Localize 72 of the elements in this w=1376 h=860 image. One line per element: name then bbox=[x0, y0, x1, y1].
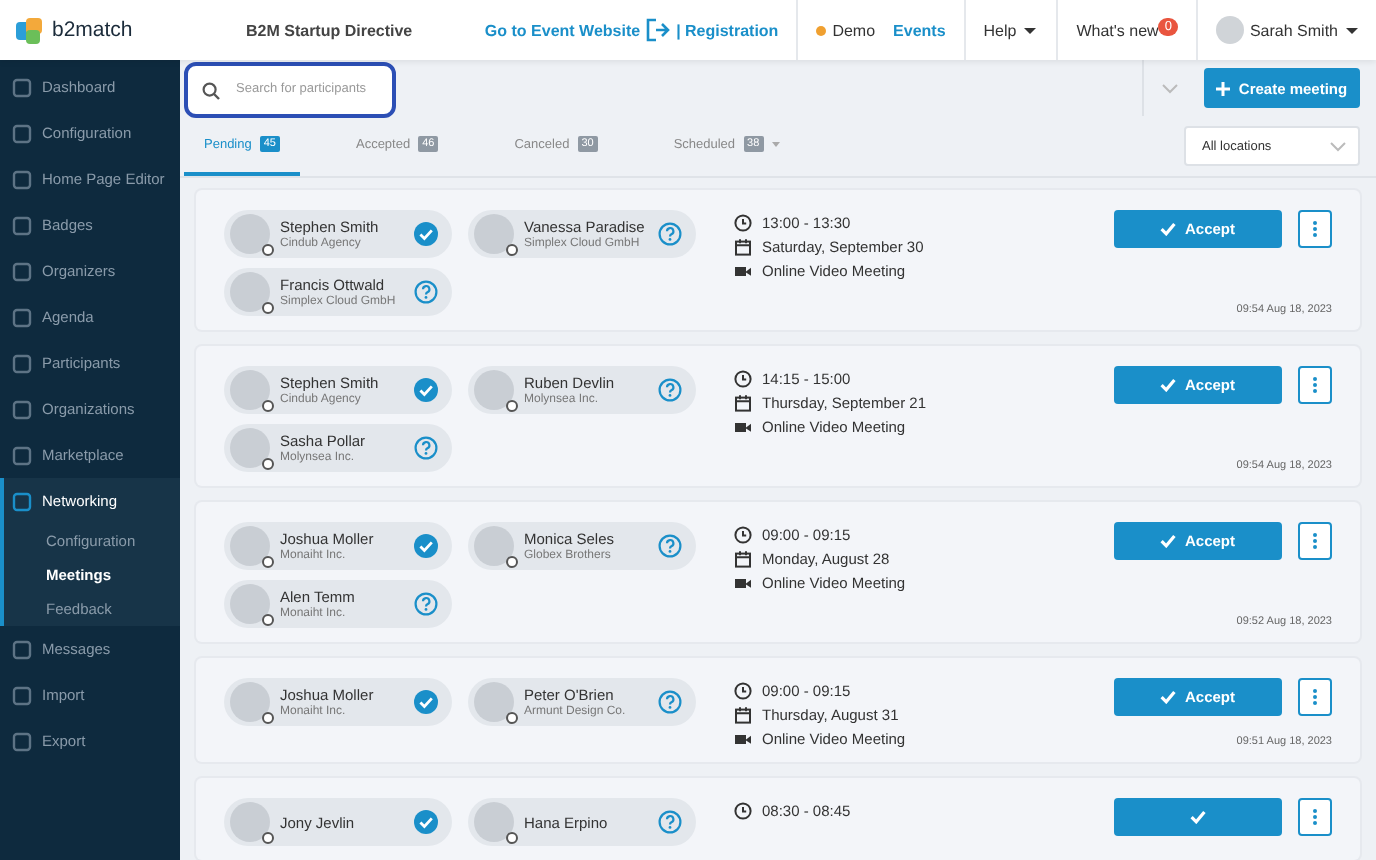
clock-icon bbox=[734, 214, 752, 232]
avatar bbox=[230, 526, 270, 566]
square-icon bbox=[12, 215, 32, 235]
clock-icon bbox=[734, 682, 752, 700]
avatar bbox=[474, 682, 514, 722]
more-options-button[interactable] bbox=[1298, 798, 1332, 836]
more-options-button[interactable] bbox=[1298, 366, 1332, 404]
avatar bbox=[474, 214, 514, 254]
check-icon bbox=[1190, 810, 1206, 824]
video-camera-icon bbox=[734, 262, 752, 280]
events-link[interactable]: Events bbox=[893, 21, 946, 39]
square-icon bbox=[12, 77, 32, 97]
vertical-dots-icon bbox=[1312, 220, 1318, 238]
avatar bbox=[474, 370, 514, 410]
avatar bbox=[474, 802, 514, 842]
registration-link[interactable]: | Registration bbox=[676, 21, 779, 39]
exit-icon bbox=[646, 18, 671, 42]
plus-icon bbox=[1216, 81, 1231, 95]
avatar bbox=[230, 272, 270, 312]
vertical-dots-icon bbox=[1312, 808, 1318, 826]
check-icon bbox=[1160, 534, 1177, 548]
vertical-dots-icon bbox=[1312, 376, 1318, 394]
square-icon bbox=[12, 491, 32, 511]
avatar bbox=[230, 370, 270, 410]
avatar bbox=[474, 526, 514, 566]
caret-icon bbox=[1022, 25, 1039, 35]
avatar bbox=[230, 802, 270, 842]
help-menu[interactable]: Help bbox=[983, 21, 1017, 39]
video-camera-icon bbox=[734, 574, 752, 592]
square-icon bbox=[12, 307, 32, 327]
square-icon bbox=[12, 169, 32, 189]
calendar-icon bbox=[734, 238, 752, 256]
square-icon bbox=[12, 639, 32, 659]
square-icon bbox=[12, 353, 32, 373]
more-options-button[interactable] bbox=[1298, 210, 1332, 248]
clock-icon bbox=[734, 370, 752, 388]
clock-icon bbox=[734, 802, 752, 820]
event-website-link[interactable]: Go to Event Website bbox=[484, 21, 641, 39]
vertical-dots-icon bbox=[1312, 532, 1318, 550]
video-camera-icon bbox=[734, 418, 752, 436]
event-title: B2M Startup Directive bbox=[246, 21, 415, 39]
avatar bbox=[230, 682, 270, 722]
avatar bbox=[230, 584, 270, 624]
clock-icon bbox=[734, 526, 752, 544]
caret-icon bbox=[771, 141, 780, 147]
user-name[interactable]: Sarah Smith bbox=[1249, 21, 1338, 39]
caret-icon bbox=[1344, 25, 1360, 35]
check-icon bbox=[1160, 690, 1177, 704]
square-icon bbox=[12, 685, 32, 705]
more-options-button[interactable] bbox=[1298, 522, 1332, 560]
logo-icon bbox=[16, 17, 42, 43]
square-icon bbox=[12, 123, 32, 143]
calendar-icon bbox=[734, 706, 752, 724]
status-dot-icon bbox=[816, 25, 827, 35]
square-icon bbox=[12, 731, 32, 751]
more-options-button[interactable] bbox=[1298, 678, 1332, 716]
vertical-dots-icon bbox=[1312, 688, 1318, 706]
calendar-icon bbox=[734, 550, 752, 568]
logo-text: b2match bbox=[52, 18, 133, 42]
square-icon bbox=[12, 445, 32, 465]
video-camera-icon bbox=[734, 730, 752, 748]
calendar-icon bbox=[734, 394, 752, 412]
whats-new-link[interactable]: What's new bbox=[1076, 21, 1159, 39]
demo-label: Demo bbox=[832, 21, 876, 39]
avatar bbox=[230, 428, 270, 468]
search-icon bbox=[202, 81, 220, 99]
chevron-down-icon bbox=[1330, 141, 1346, 151]
square-icon bbox=[12, 399, 32, 419]
avatar bbox=[230, 214, 270, 254]
check-icon bbox=[1160, 222, 1177, 236]
check-icon bbox=[1160, 378, 1177, 392]
square-icon bbox=[12, 261, 32, 281]
